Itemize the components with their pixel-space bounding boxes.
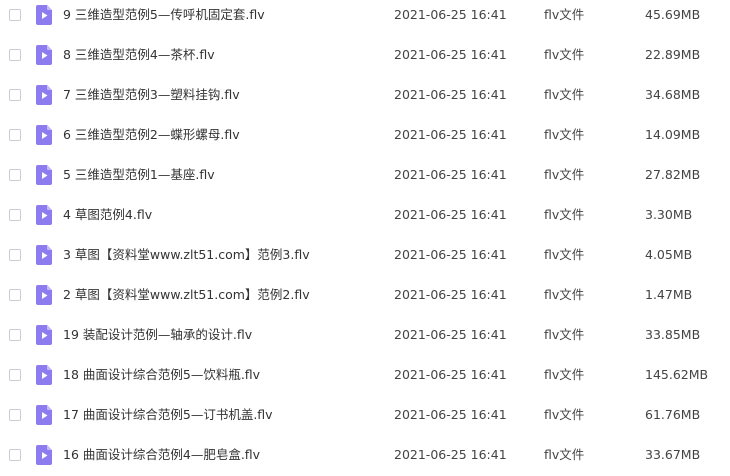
video-file-icon [36, 325, 52, 345]
file-size: 4.05MB [645, 247, 693, 262]
file-row[interactable]: 3 草图【资料堂www.zlt51.com】范例3.flv 2021-06-25… [0, 236, 730, 276]
row-checkbox[interactable] [9, 449, 21, 461]
file-name[interactable]: 18 曲面设计综合范例5—饮料瓶.flv [63, 367, 260, 383]
file-date: 2021-06-25 16:41 [394, 287, 507, 302]
file-name[interactable]: 8 三维造型范例4—茶杯.flv [63, 47, 215, 63]
file-date: 2021-06-25 16:41 [394, 327, 507, 342]
row-checkbox[interactable] [9, 49, 21, 61]
row-checkbox[interactable] [9, 369, 21, 381]
file-size: 1.47MB [645, 287, 693, 302]
file-date: 2021-06-25 16:41 [394, 367, 507, 382]
file-type: flv文件 [544, 87, 585, 102]
file-row[interactable]: 19 装配设计范例—轴承的设计.flv 2021-06-25 16:41 flv… [0, 316, 730, 356]
file-type: flv文件 [544, 207, 585, 222]
file-list: 9 三维造型范例5—传呼机固定套.flv 2021-06-25 16:41 fl… [0, 0, 730, 476]
row-checkbox[interactable] [9, 329, 21, 341]
file-row[interactable]: 6 三维造型范例2—蝶形螺母.flv 2021-06-25 16:41 flv文… [0, 116, 730, 156]
file-name[interactable]: 9 三维造型范例5—传呼机固定套.flv [63, 7, 265, 23]
file-row[interactable]: 17 曲面设计综合范例5—订书机盖.flv 2021-06-25 16:41 f… [0, 396, 730, 436]
file-size: 33.67MB [645, 447, 701, 462]
video-file-icon [36, 365, 52, 385]
file-size: 22.89MB [645, 47, 701, 62]
file-type: flv文件 [544, 47, 585, 62]
file-size: 14.09MB [645, 127, 701, 142]
file-row[interactable]: 9 三维造型范例5—传呼机固定套.flv 2021-06-25 16:41 fl… [0, 0, 730, 36]
video-file-icon [36, 45, 52, 65]
row-checkbox[interactable] [9, 9, 21, 21]
file-date: 2021-06-25 16:41 [394, 247, 507, 262]
file-date: 2021-06-25 16:41 [394, 87, 507, 102]
row-checkbox[interactable] [9, 289, 21, 301]
file-name[interactable]: 19 装配设计范例—轴承的设计.flv [63, 327, 252, 343]
file-name[interactable]: 7 三维造型范例3—塑料挂钩.flv [63, 87, 240, 103]
file-size: 145.62MB [645, 367, 709, 382]
file-name[interactable]: 17 曲面设计综合范例5—订书机盖.flv [63, 407, 273, 423]
video-file-icon [36, 125, 52, 145]
video-file-icon [36, 285, 52, 305]
file-date: 2021-06-25 16:41 [394, 447, 507, 462]
video-file-icon [36, 445, 52, 465]
file-type: flv文件 [544, 127, 585, 142]
file-row[interactable]: 16 曲面设计综合范例4—肥皂盒.flv 2021-06-25 16:41 fl… [0, 436, 730, 476]
video-file-icon [36, 85, 52, 105]
row-checkbox[interactable] [9, 249, 21, 261]
file-type: flv文件 [544, 167, 585, 182]
file-name[interactable]: 2 草图【资料堂www.zlt51.com】范例2.flv [63, 287, 310, 303]
file-size: 61.76MB [645, 407, 701, 422]
file-row[interactable]: 4 草图范例4.flv 2021-06-25 16:41 flv文件 3.30M… [0, 196, 730, 236]
file-size: 45.69MB [645, 7, 701, 22]
file-name[interactable]: 5 三维造型范例1—基座.flv [63, 167, 215, 183]
video-file-icon [36, 405, 52, 425]
file-size: 27.82MB [645, 167, 701, 182]
file-name[interactable]: 4 草图范例4.flv [63, 207, 152, 223]
file-type: flv文件 [544, 367, 585, 382]
file-date: 2021-06-25 16:41 [394, 7, 507, 22]
row-checkbox[interactable] [9, 89, 21, 101]
file-size: 34.68MB [645, 87, 701, 102]
row-checkbox[interactable] [9, 129, 21, 141]
file-row[interactable]: 7 三维造型范例3—塑料挂钩.flv 2021-06-25 16:41 flv文… [0, 76, 730, 116]
file-name[interactable]: 6 三维造型范例2—蝶形螺母.flv [63, 127, 240, 143]
video-file-icon [36, 205, 52, 225]
file-type: flv文件 [544, 287, 585, 302]
file-date: 2021-06-25 16:41 [394, 47, 507, 62]
file-type: flv文件 [544, 327, 585, 342]
file-row[interactable]: 8 三维造型范例4—茶杯.flv 2021-06-25 16:41 flv文件 … [0, 36, 730, 76]
file-row[interactable]: 5 三维造型范例1—基座.flv 2021-06-25 16:41 flv文件 … [0, 156, 730, 196]
file-type: flv文件 [544, 247, 585, 262]
row-checkbox[interactable] [9, 209, 21, 221]
file-date: 2021-06-25 16:41 [394, 407, 507, 422]
row-checkbox[interactable] [9, 169, 21, 181]
video-file-icon [36, 245, 52, 265]
file-name[interactable]: 3 草图【资料堂www.zlt51.com】范例3.flv [63, 247, 310, 263]
file-row[interactable]: 2 草图【资料堂www.zlt51.com】范例2.flv 2021-06-25… [0, 276, 730, 316]
file-type: flv文件 [544, 447, 585, 462]
file-size: 3.30MB [645, 207, 693, 222]
video-file-icon [36, 5, 52, 25]
file-date: 2021-06-25 16:41 [394, 207, 507, 222]
file-row[interactable]: 18 曲面设计综合范例5—饮料瓶.flv 2021-06-25 16:41 fl… [0, 356, 730, 396]
file-type: flv文件 [544, 407, 585, 422]
row-checkbox[interactable] [9, 409, 21, 421]
file-date: 2021-06-25 16:41 [394, 167, 507, 182]
video-file-icon [36, 165, 52, 185]
file-date: 2021-06-25 16:41 [394, 127, 507, 142]
file-size: 33.85MB [645, 327, 701, 342]
file-type: flv文件 [544, 7, 585, 22]
file-name[interactable]: 16 曲面设计综合范例4—肥皂盒.flv [63, 447, 260, 463]
